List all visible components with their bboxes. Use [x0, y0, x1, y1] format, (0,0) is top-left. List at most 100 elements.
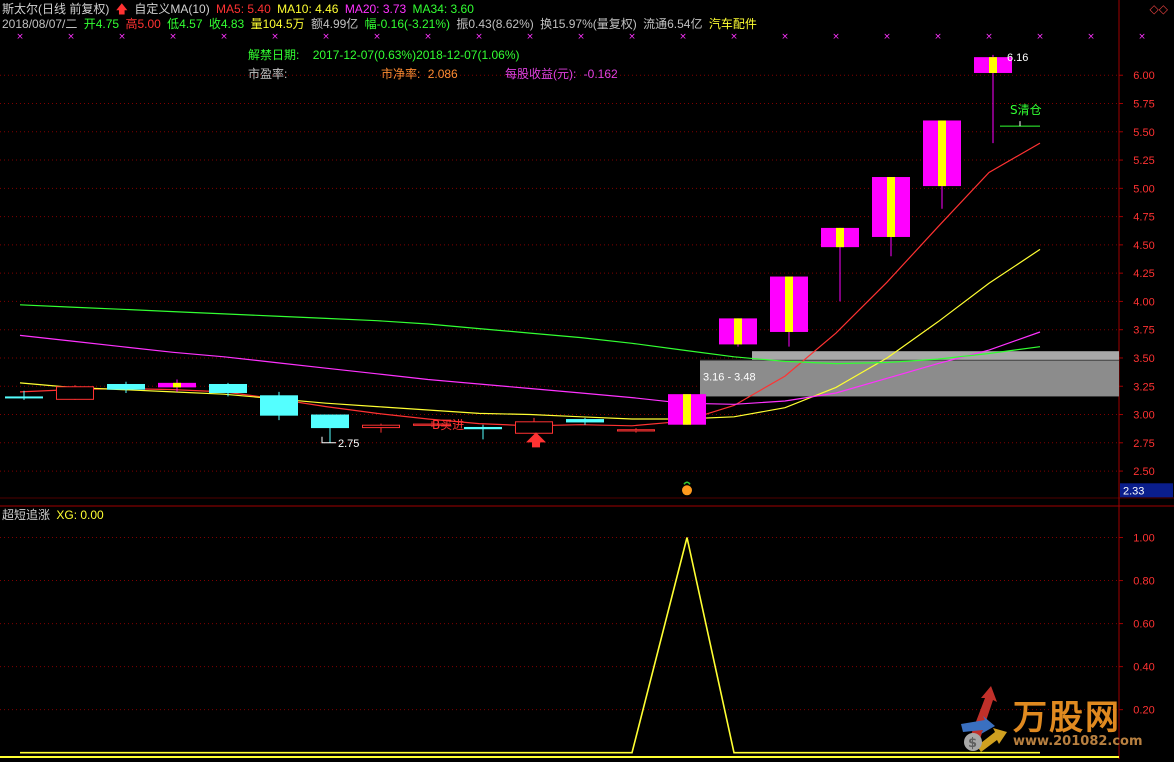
coin-icon — [682, 485, 692, 496]
up-arrow-icon: 🡅 — [115, 2, 129, 16]
price-tick-label: 4.25 — [1133, 268, 1154, 280]
eps-value: -0.162 — [583, 67, 618, 81]
top-marker-icon: × — [1087, 32, 1095, 42]
price-tick-label: 3.50 — [1133, 353, 1154, 365]
zone-label: 3.16 - 3.48 — [703, 371, 756, 383]
header-line-1: 斯太尔(日线 前复权) 🡅 自定义MA(10) MA5: 5.40 MA10: … — [2, 2, 477, 16]
watermark-url: www.201082.com — [1013, 734, 1143, 749]
candle-body-signal-core — [734, 318, 742, 345]
stock-chart: × × × × × × × × × × × × × × × × × × × × × × × 3.16 - 3.48 2.75… — [0, 0, 1174, 759]
top-marker-icon: × — [322, 32, 330, 42]
unlock-value: 2017-12-07(0.63%)2018-12-07(1.06%) — [312, 48, 520, 62]
bar-high: 高5.00 — [125, 17, 161, 31]
sub-tick-label: 1.00 — [1133, 533, 1154, 545]
sub-tick-label: 0.60 — [1133, 619, 1154, 631]
sector-name[interactable]: 汽车配件 — [709, 17, 757, 31]
candle-body-down — [107, 383, 145, 390]
svg-text:$: $ — [968, 736, 977, 751]
candle-body-signal-core — [938, 120, 946, 187]
sub-tick-label: 0.40 — [1133, 662, 1154, 674]
candle-body-down — [209, 383, 247, 394]
stock-title[interactable]: 斯太尔(日线 前复权) — [2, 2, 109, 16]
ma10-value: MA10: 4.46 — [277, 2, 339, 16]
candle-body-signal-core — [785, 276, 793, 332]
ma34-value: MA34: 3.60 — [412, 2, 474, 16]
price-tick-label: 2.75 — [1133, 438, 1154, 450]
high-label: 6.16 — [1007, 52, 1028, 64]
bar-date: 2018/08/07/二 — [2, 17, 78, 31]
candle-body-up — [617, 429, 655, 432]
bar-low: 低4.57 — [167, 17, 203, 31]
top-marker-icon: × — [220, 32, 228, 42]
buy-signal-label: B买进 — [432, 418, 464, 432]
price-tick-label: 3.00 — [1133, 410, 1154, 422]
top-marker-icon: × — [526, 32, 534, 42]
candle-body-up — [362, 424, 400, 429]
top-marker-icon: × — [934, 32, 942, 42]
bar-volume: 量104.5万 — [250, 17, 305, 31]
top-marker-icon: × — [781, 32, 789, 42]
header-line-2: 2018/08/07/二 开4.75 高5.00 低4.57 收4.83 量10… — [2, 17, 760, 31]
top-marker-icon: × — [730, 32, 738, 42]
float-shares: 流通6.54亿 — [643, 17, 703, 31]
price-tick-label: 4.00 — [1133, 296, 1154, 308]
sub-tick-label: 0.80 — [1133, 576, 1154, 588]
candle-body-down — [5, 396, 43, 399]
top-marker-icon: × — [16, 32, 24, 42]
eps-row: 每股收益(元): -0.162 — [505, 65, 618, 82]
top-marker-icon: × — [883, 32, 891, 42]
ma20-value: MA20: 3.73 — [344, 2, 407, 16]
watermark-brand: 万股网 — [1013, 698, 1121, 738]
price-tick-label: 4.75 — [1133, 212, 1154, 224]
candle-body-down — [311, 414, 349, 429]
top-marker-icon: × — [832, 32, 840, 42]
price-tick-label: 3.75 — [1133, 325, 1154, 337]
bar-turnover: 换15.97%(量复权) — [540, 17, 637, 31]
watermark: $ 万股网 www.201082.com — [955, 680, 1170, 756]
chart-canvas[interactable]: × × × × × × × × × × × × × × × × × × × × × × × 3.16 - 3.48 2.75… — [0, 0, 1174, 759]
price-tick-label: 5.25 — [1133, 155, 1154, 167]
eps-label: 每股收益(元): — [505, 67, 577, 81]
top-marker-icon: × — [373, 32, 381, 42]
top-marker-icon: × — [679, 32, 687, 42]
bar-close: 收4.83 — [208, 17, 245, 31]
top-marker-icon: × — [1036, 32, 1044, 42]
sub-indicator-value: XG: 0.00 — [56, 508, 104, 522]
top-marker-icon: × — [628, 32, 636, 42]
candle-body-down — [566, 419, 604, 423]
price-tick-label: 5.00 — [1133, 183, 1154, 195]
price-tick-label: 3.25 — [1133, 381, 1154, 393]
candle-body-up — [56, 386, 94, 400]
top-marker-icon: × — [577, 32, 585, 42]
sub-indicator-name[interactable]: 超短追涨 — [2, 508, 50, 522]
buy-arrow-icon — [526, 432, 546, 448]
coin-leaf-icon — [683, 481, 691, 485]
price-tick-label: 5.75 — [1133, 99, 1154, 111]
sell-signal-label: S清仓 — [1010, 103, 1042, 117]
candle-body-signal-core — [173, 382, 181, 388]
candle-body-down — [260, 395, 298, 416]
sub-indicator-title: 超短追涨 XG: 0.00 — [2, 508, 107, 522]
candle-body-signal-core — [836, 227, 844, 248]
bar-change: 幅-0.16(-3.21%) — [364, 17, 451, 31]
indicator-name[interactable]: 自定义MA(10) — [134, 2, 209, 16]
ma5-value: MA5: 5.40 — [216, 2, 271, 16]
pb-value: 2.086 — [427, 67, 458, 81]
price-tick-label: 2.50 — [1133, 466, 1154, 478]
top-marker-icon: × — [985, 32, 993, 42]
price-zone-box — [700, 360, 1119, 397]
top-marker-icon: × — [67, 32, 75, 42]
bar-amount: 额4.99亿 — [310, 17, 359, 31]
unlock-row: 解禁日期: 2017-12-07(0.63%)2018-12-07(1.06%) — [248, 46, 520, 63]
pb-row: 市净率: 2.086 — [381, 65, 458, 82]
top-marker-icon: × — [424, 32, 432, 42]
xg-signal-line — [20, 537, 1040, 754]
candle-body-signal-core — [989, 57, 997, 73]
low-marker — [321, 436, 336, 444]
pe-label: 市盈率: — [248, 67, 288, 81]
top-marker-icon: × — [475, 32, 483, 42]
price-tick-label: 5.50 — [1133, 127, 1154, 139]
window-corner-icon[interactable]: ◇◇ — [1150, 2, 1168, 16]
price-tick-label: 4.50 — [1133, 240, 1154, 252]
bar-amplitude: 振0.43(8.62%) — [456, 17, 534, 31]
